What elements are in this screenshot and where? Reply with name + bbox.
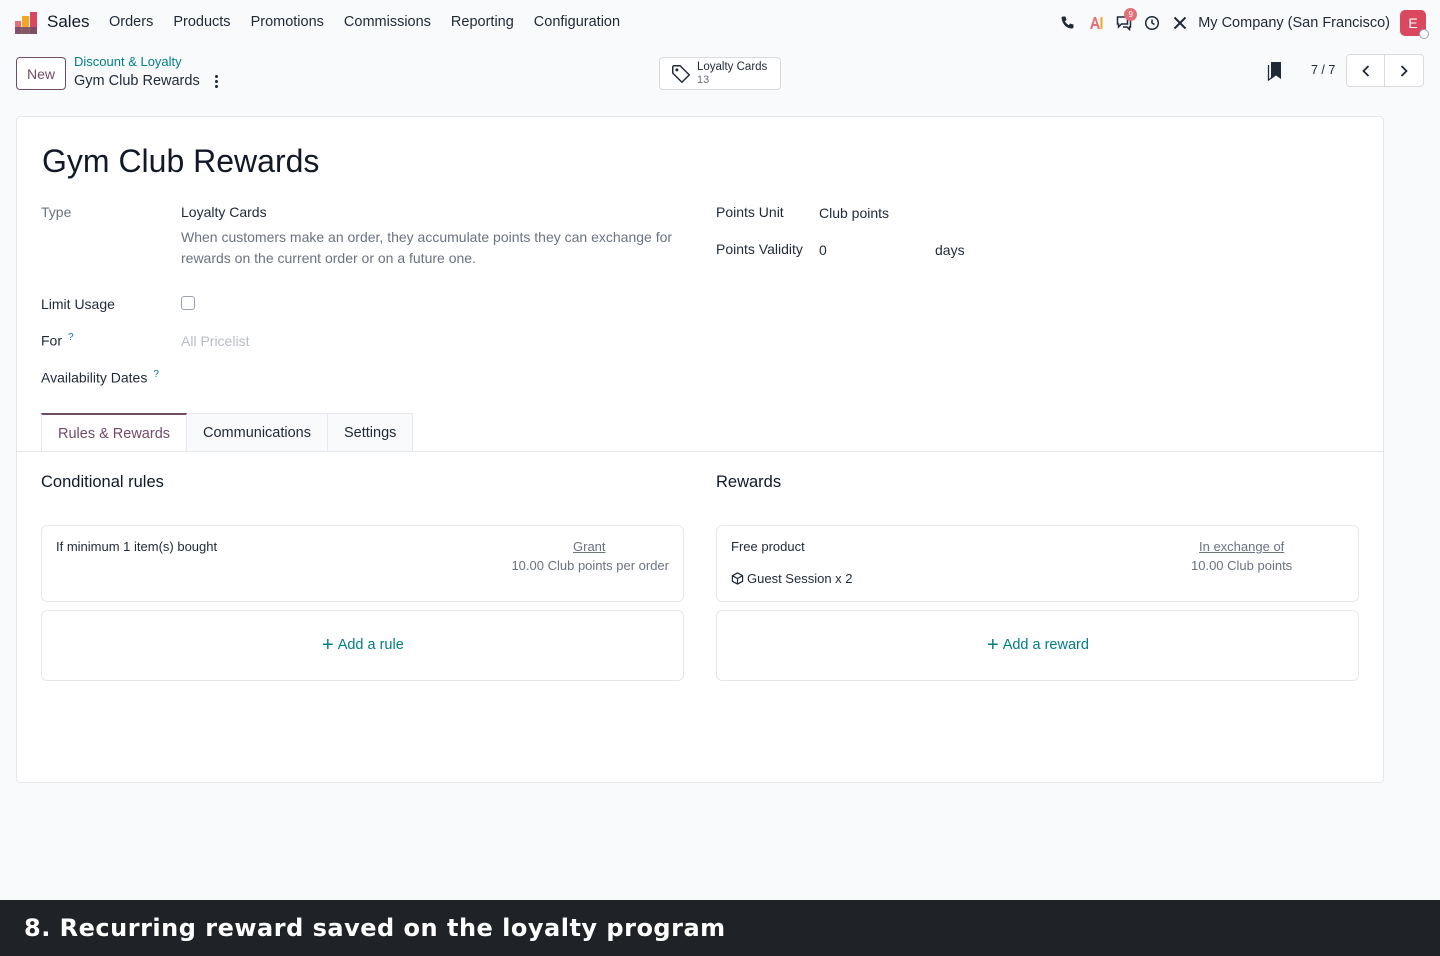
menu-products[interactable]: Products [173,14,230,30]
presence-dot [1419,29,1429,39]
breadcrumb-parent[interactable]: Discount & Loyalty [74,54,182,69]
limit-usage-label: Limit Usage [41,296,115,312]
app-name[interactable]: Sales [47,12,90,32]
menu-commissions[interactable]: Commissions [344,14,431,30]
phone-icon[interactable] [1054,9,1082,37]
rule-text: If minimum 1 item(s) bought [56,539,218,554]
limit-usage-checkbox[interactable] [181,296,195,310]
add-reward-button[interactable]: + Add a reward [987,634,1089,656]
chevron-left-icon [1361,64,1369,77]
plus-icon: + [322,634,334,656]
type-field[interactable]: Loyalty Cards [181,204,267,220]
add-rule-button[interactable]: + Add a rule [322,634,404,656]
type-description: When customers make an order, they accum… [181,229,673,266]
notebook-tabs: Rules & Rewards Communications Settings [41,413,414,452]
availability-label: Availability Dates? [41,369,159,386]
add-rule-label: Add a rule [337,637,404,653]
record-actions-icon[interactable] [209,72,223,90]
user-avatar[interactable]: E [1400,10,1429,39]
for-help-icon[interactable]: ? [68,332,74,343]
caption-bar: 8. Recurring reward saved on the loyalty… [0,900,1440,956]
clock-icon[interactable] [1138,9,1166,37]
main-menu: Orders Products Promotions Commissions R… [109,14,640,30]
systray: 9 My Company (San Francisco) E [1054,8,1429,39]
program-name-field[interactable]: Gym Club Rewards [42,143,319,180]
add-reward-card[interactable]: + Add a reward [716,610,1359,681]
top-navbar: Sales Orders Products Promotions Commiss… [0,0,1440,46]
points-unit-field[interactable]: Club points [819,205,889,221]
ai-icon[interactable] [1082,9,1110,37]
smart-button-label: Loyalty Cards [697,60,768,73]
conditional-rules-title: Conditional rules [41,473,164,491]
pager-value[interactable]: 7 / 7 [1311,63,1335,77]
new-button[interactable]: New [16,57,66,90]
pricelist-field[interactable]: All Pricelist [181,333,249,349]
grant-label: Grant [573,539,606,554]
debug-tools-icon[interactable] [1166,9,1194,37]
bookmark-icon[interactable] [1267,61,1283,81]
smart-button-count: 13 [697,73,710,86]
tab-communications[interactable]: Communications [187,413,329,452]
points-validity-field[interactable]: 0 [819,242,827,258]
add-rule-card[interactable]: + Add a rule [41,610,684,681]
messages-badge: 9 [1124,8,1138,21]
breadcrumb-current: Gym Club Rewards [74,73,200,89]
for-label: For? [41,332,74,349]
type-label: Type [41,204,72,220]
rule-card[interactable]: If minimum 1 item(s) bought Grant 10.00 … [41,525,684,602]
rewards-title: Rewards [716,473,782,491]
exchange-value: 10.00 Club points [1191,558,1293,573]
form-sheet: Gym Club Rewards Type Loyalty Cards When… [16,116,1384,783]
reward-type: Free product [731,539,805,554]
chevron-right-icon [1400,64,1408,77]
reward-card[interactable]: Free product Guest Session x 2 In exchan… [716,525,1359,602]
exchange-label: In exchange of [1199,539,1285,554]
sales-app-icon[interactable] [14,11,38,35]
for-label-text: For [41,332,62,349]
menu-promotions[interactable]: Promotions [251,14,324,30]
tab-settings[interactable]: Settings [328,413,414,452]
tab-rules-rewards[interactable]: Rules & Rewards [41,413,188,452]
tag-icon [672,64,690,83]
loyalty-cards-smart-button[interactable]: Loyalty Cards 13 [659,57,781,90]
availability-label-text: Availability Dates [41,369,148,386]
pager-buttons [1346,54,1424,87]
pager-next-button[interactable] [1385,54,1424,87]
plus-icon: + [987,634,999,656]
points-validity-label: Points Validity [716,241,803,257]
menu-reporting[interactable]: Reporting [451,14,514,30]
add-reward-label: Add a reward [1002,637,1089,653]
cube-icon [731,572,744,585]
availability-help-icon[interactable]: ? [153,369,159,380]
messages-icon[interactable]: 9 [1110,8,1138,37]
grant-value: 10.00 Club points per order [511,558,669,573]
menu-orders[interactable]: Orders [109,14,153,30]
tab-divider [17,451,1383,452]
caption-text: 8. Recurring reward saved on the loyalty… [24,914,726,942]
pager-previous-button[interactable] [1346,54,1385,87]
points-unit-label: Points Unit [716,204,784,220]
menu-configuration[interactable]: Configuration [534,14,620,30]
reward-product: Guest Session x 2 [731,571,853,586]
points-validity-unit: days [935,242,965,258]
company-switcher[interactable]: My Company (San Francisco) [1198,15,1390,31]
reward-product-text: Guest Session x 2 [747,571,853,586]
avatar-initial: E [1408,15,1418,31]
